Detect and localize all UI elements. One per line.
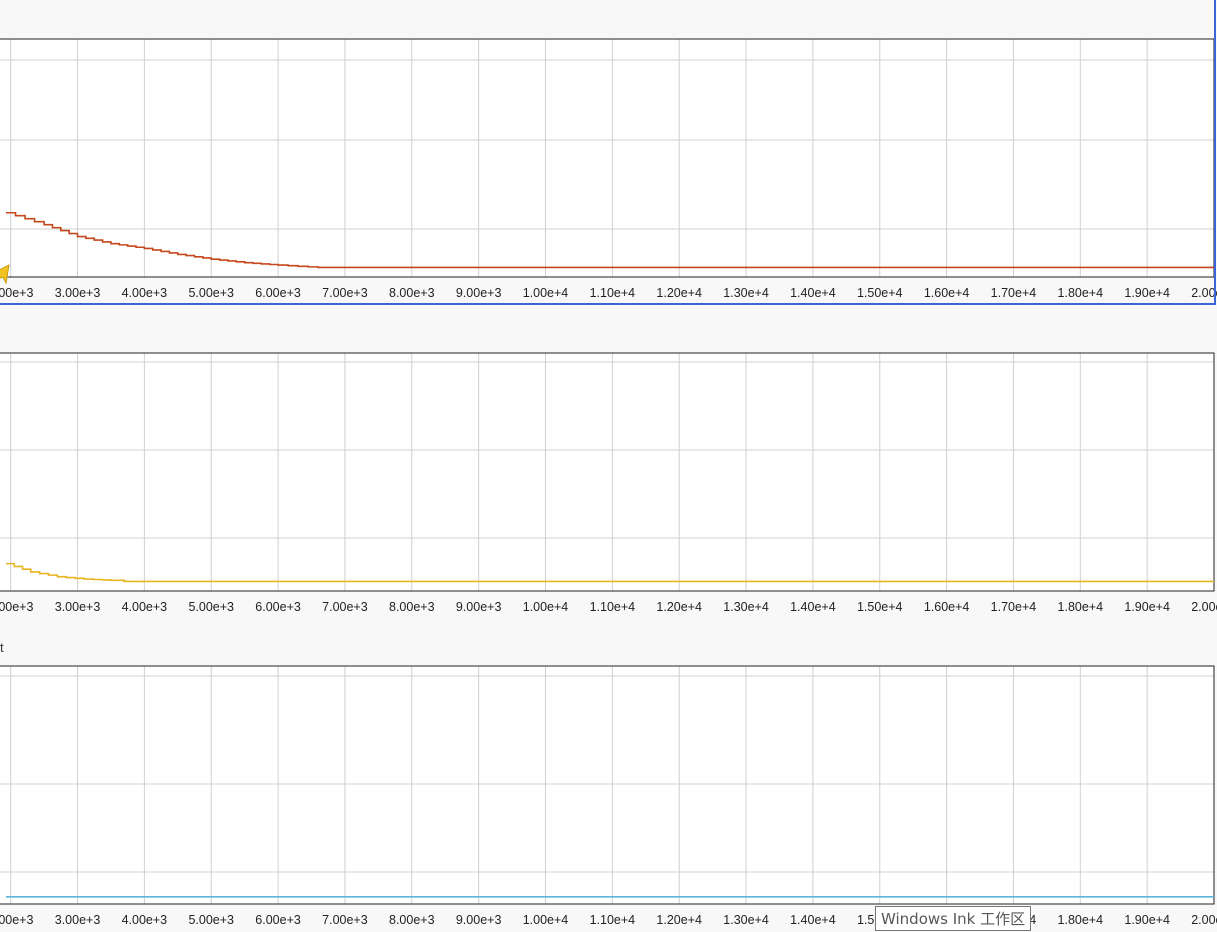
chart-1-x-tick-label: 1.00e+4 [523,286,569,300]
chart-1-x-tick-label: 8.00e+3 [389,286,435,300]
chart-3-x-tick-label: 1.00e+4 [523,913,569,927]
chart-1-x-tick-label: 1.60e+4 [924,286,970,300]
windows-ink-tooltip: Windows Ink 工作区 [875,906,1032,931]
chart-2-x-tick-label: 1.50e+4 [857,600,903,614]
chart-1-x-tick-label: 1.40e+4 [790,286,836,300]
chart-3-x-tick-label: 8.00e+3 [389,913,435,927]
mouse-cursor-icon [0,264,10,284]
chart-3-x-tick-label: 1.20e+4 [656,913,702,927]
chart-panel-3[interactable]: t 2.00e+33.00e+34.00e+35.00e+36.00e+37.0… [0,620,1217,931]
chart-2-x-tick-label: 5.00e+3 [188,600,234,614]
chart-2-x-tick-label: 1.80e+4 [1058,600,1104,614]
chart-3-x-tick-label: 1.10e+4 [590,913,636,927]
chart-3-x-tick-label: 1.40e+4 [790,913,836,927]
chart-2-plot-area [0,353,1214,591]
chart-1-plot-area [0,39,1214,277]
chart-1-x-tick-label: 7.00e+3 [322,286,368,300]
chart-2-x-tick-label: 1.10e+4 [590,600,636,614]
chart-3-x-tick-label: 6.00e+3 [255,913,301,927]
chart-1-x-tick-label: 4.00e+3 [122,286,168,300]
chart-1-x-tick-label: 1.90e+4 [1124,286,1170,300]
chart-2-x-tick-label: 4.00e+3 [122,600,168,614]
chart-2-x-tick-label: 1.00e+4 [523,600,569,614]
chart-2-x-tick-label: 2.00e+4 [1191,600,1217,614]
chart-3-x-tick-label: 3.00e+3 [55,913,101,927]
chart-2-x-tick-label: 3.00e+3 [55,600,101,614]
chart-3-x-tick-label: 2.00e+3 [0,913,33,927]
chart-2-x-tick-label: 1.40e+4 [790,600,836,614]
chart-2-x-tick-label: 8.00e+3 [389,600,435,614]
chart-1-x-tick-label: 3.00e+3 [55,286,101,300]
chart-2-x-tick-label: 1.20e+4 [656,600,702,614]
chart-3-x-tick-label: 7.00e+3 [322,913,368,927]
chart-panel-1[interactable]: 2.00e+3 3.00e+3 4.00e+3 5.00e+3 6.00e+3 7.00e… [0,0,1217,306]
chart-2-x-tick-label: 1.60e+4 [924,600,970,614]
chart-3-x-tick-label: 9.00e+3 [456,913,502,927]
chart-1-x-tick-label: 1.80e+4 [1058,286,1104,300]
chart-2-x-tick-label: 1.70e+4 [991,600,1037,614]
chart-3-svg: 2.00e+3 3.00e+3 4.00e+3 5.00e+3 6.00e+3 7.00e… [0,665,1217,927]
chart-1-svg: 2.00e+3 3.00e+3 4.00e+3 5.00e+3 6.00e+3 7.00e… [0,38,1217,300]
chart-3-x-tick-label: 1.90e+4 [1124,913,1170,927]
chart-1-x-tick-label: 9.00e+3 [456,286,502,300]
chart-1-x-tick-label: 1.10e+4 [590,286,636,300]
chart-panel-2[interactable]: 2.00e+3 3.00e+3 4.00e+3 5.00e+3 6.00e+3 7.00e… [0,306,1217,620]
chart-1-x-tick-label: 5.00e+3 [188,286,234,300]
chart-3-x-tick-label: 5.00e+3 [188,913,234,927]
chart-2-x-tick-label: 1.90e+4 [1124,600,1170,614]
chart-2-x-tick-label: 1.30e+4 [723,600,769,614]
chart-3-x-tick-label: 4.00e+3 [122,913,168,927]
chart-1-x-tick-label: 1.30e+4 [723,286,769,300]
chart-1-x-tick-label: 1.70e+4 [991,286,1037,300]
chart-3-x-tick-label: 1.80e+4 [1058,913,1104,927]
chart-3-plot-area [0,666,1214,904]
chart-2-svg: 2.00e+3 3.00e+3 4.00e+3 5.00e+3 6.00e+3 7.00e… [0,352,1217,614]
chart-2-x-tick-label: 7.00e+3 [322,600,368,614]
chart-3-x-tick-label: 1.30e+4 [723,913,769,927]
chart-1-x-tick-label: 2.00e+3 [0,286,33,300]
chart-1-x-tick-label: 2.00e+4 [1191,286,1217,300]
chart-2-x-tick-label: 2.00e+3 [0,600,33,614]
chart-3-x-tick-label: 2.00e+4 [1191,913,1217,927]
chart-1-x-tick-label: 6.00e+3 [255,286,301,300]
chart-1-x-tick-label: 1.20e+4 [656,286,702,300]
chart-2-x-tick-label: 9.00e+3 [456,600,502,614]
chart-2-x-tick-label: 6.00e+3 [255,600,301,614]
chart-1-x-tick-label: 1.50e+4 [857,286,903,300]
